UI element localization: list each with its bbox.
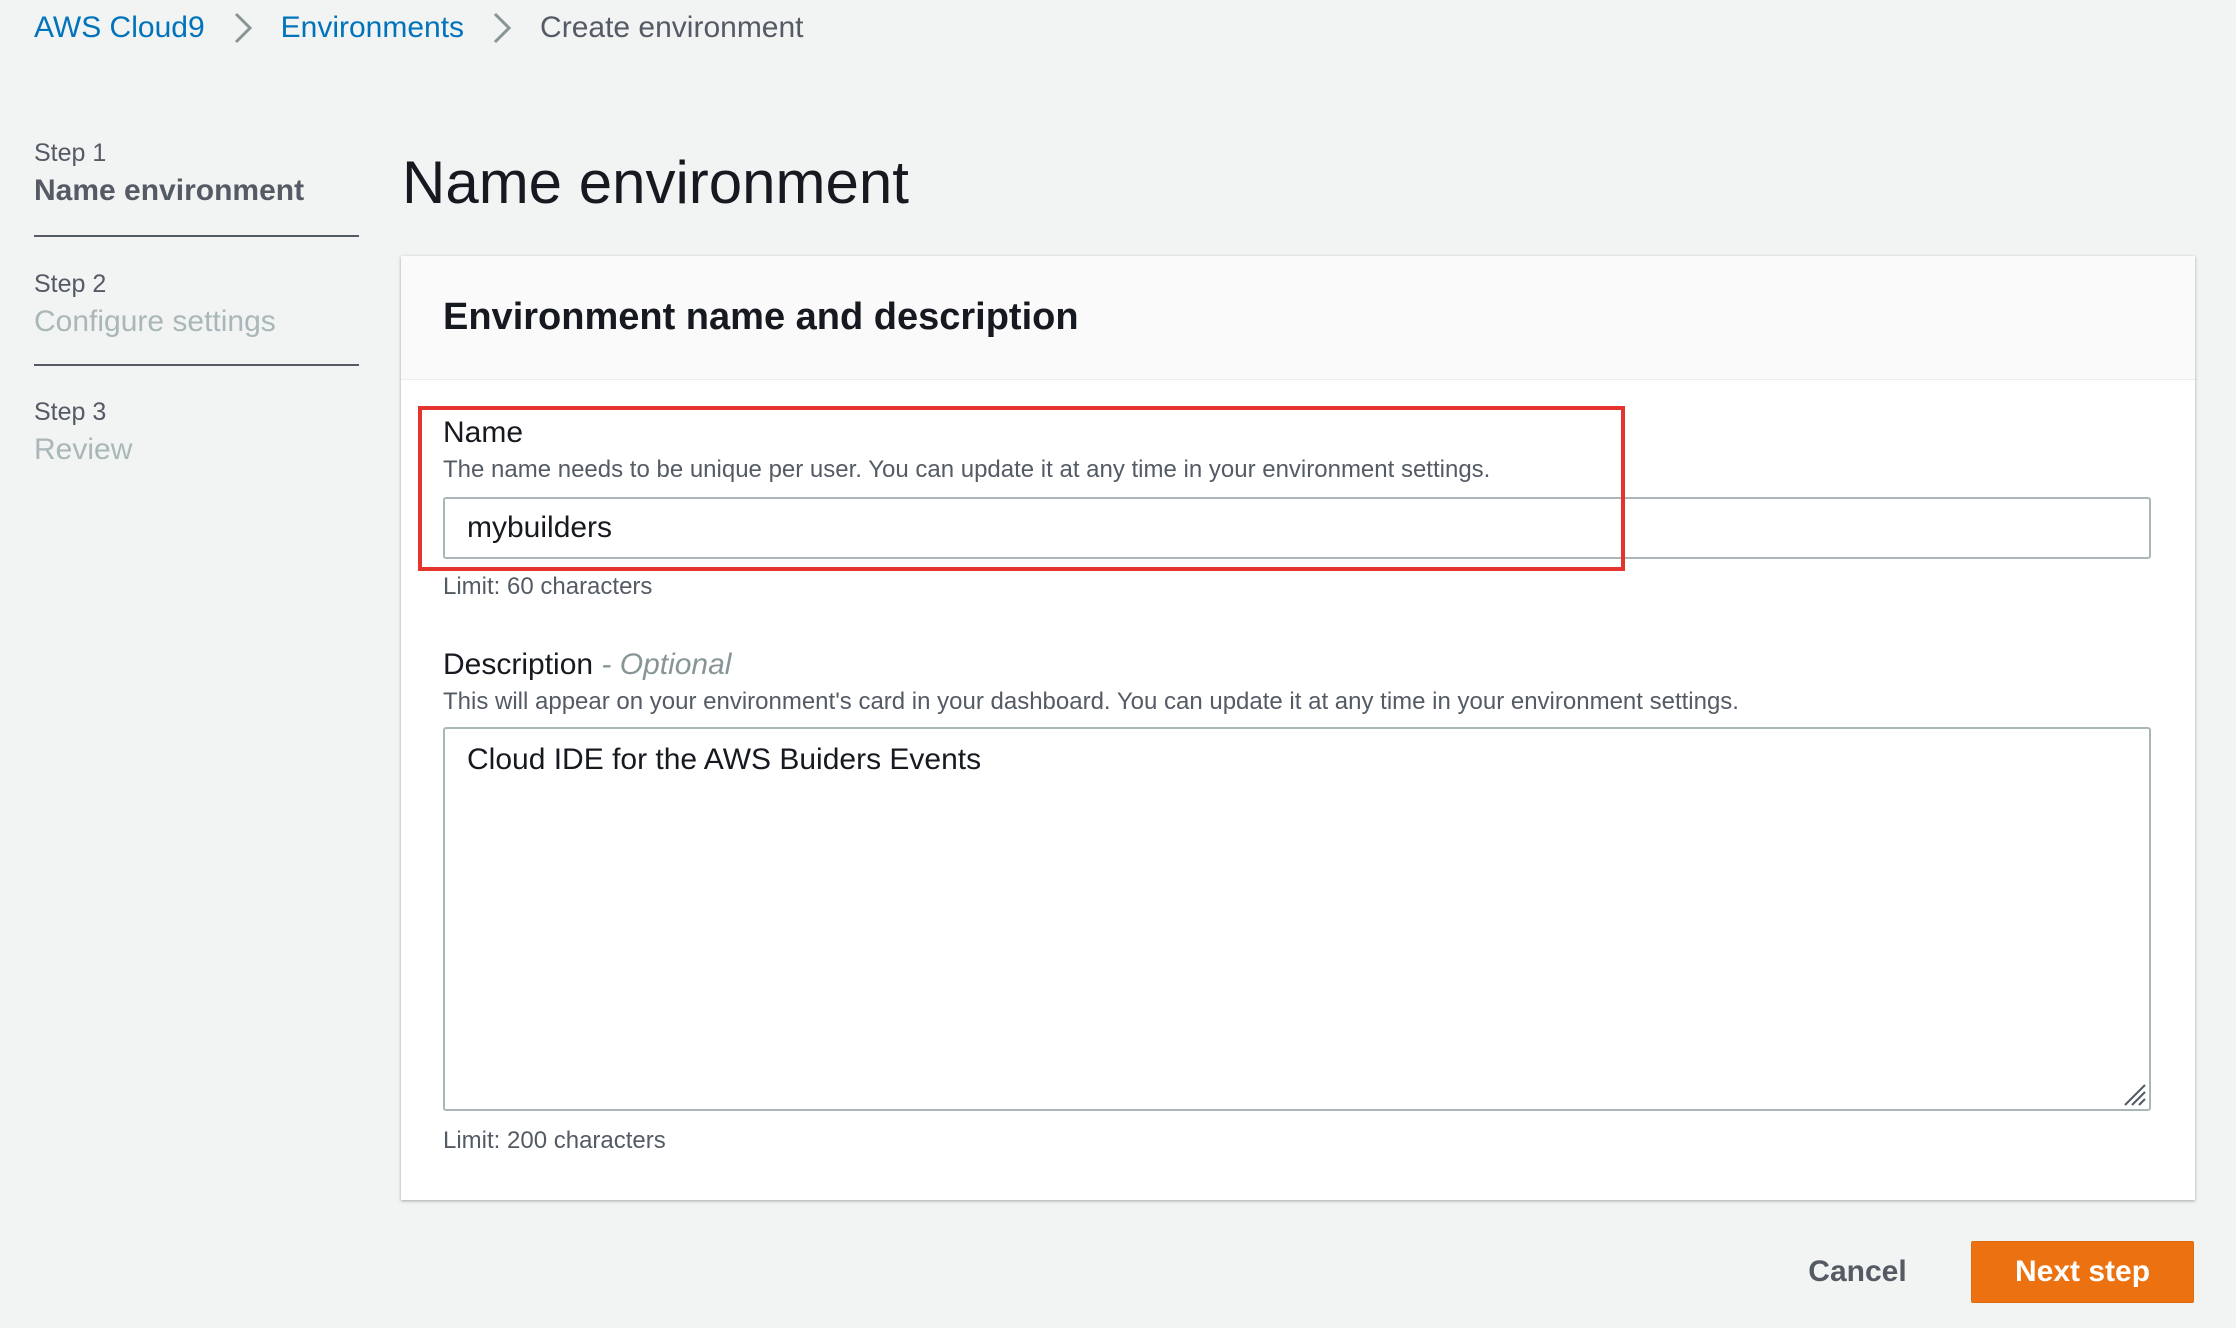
name-field-label: Name bbox=[443, 416, 524, 449]
name-field-limit: Limit: 60 characters bbox=[443, 573, 653, 600]
environment-form-panel: Environment name and description Name Th… bbox=[401, 256, 2195, 1200]
resize-handle-icon[interactable] bbox=[2121, 1081, 2147, 1107]
next-step-button[interactable]: Next step bbox=[1971, 1241, 2194, 1303]
page-title: Name environment bbox=[402, 149, 909, 216]
name-input[interactable] bbox=[443, 497, 2151, 559]
breadcrumb: AWS Cloud9 Environments Create environme… bbox=[34, 6, 804, 50]
step-title: Name environment bbox=[34, 174, 305, 207]
wizard-steps: Step 1 Name environment Step 2 Configure… bbox=[34, 134, 359, 472]
panel-title: Environment name and description bbox=[443, 296, 1079, 338]
wizard-step-3: Step 3 Review bbox=[34, 366, 359, 472]
chevron-right-icon bbox=[205, 6, 281, 50]
panel-header: Environment name and description bbox=[401, 256, 2195, 380]
description-label-text: Description bbox=[443, 648, 594, 681]
description-textarea[interactable]: Cloud IDE for the AWS Buiders Events bbox=[443, 727, 2151, 1111]
step-number: Step 2 bbox=[34, 270, 107, 298]
step-title: Review bbox=[34, 433, 133, 466]
description-field-label: Description - Optional bbox=[443, 646, 731, 684]
name-field-help: The name needs to be unique per user. Yo… bbox=[443, 456, 1491, 483]
description-field-limit: Limit: 200 characters bbox=[443, 1127, 666, 1154]
wizard-step-1: Step 1 Name environment bbox=[34, 134, 359, 237]
step-number: Step 3 bbox=[34, 398, 107, 426]
page: AWS Cloud9 Environments Create environme… bbox=[0, 0, 2236, 1328]
wizard-step-2: Step 2 Configure settings bbox=[34, 237, 359, 366]
optional-tag: - Optional bbox=[601, 648, 732, 681]
step-title: Configure settings bbox=[34, 305, 276, 338]
breadcrumb-current-page: Create environment bbox=[540, 11, 804, 44]
chevron-right-icon bbox=[464, 6, 540, 50]
cancel-button[interactable]: Cancel bbox=[1780, 1244, 1935, 1300]
breadcrumb-link-aws-cloud9[interactable]: AWS Cloud9 bbox=[34, 11, 205, 45]
breadcrumb-link-environments[interactable]: Environments bbox=[281, 11, 464, 45]
step-number: Step 1 bbox=[34, 139, 107, 167]
description-field-help: This will appear on your environment's c… bbox=[443, 688, 1739, 715]
